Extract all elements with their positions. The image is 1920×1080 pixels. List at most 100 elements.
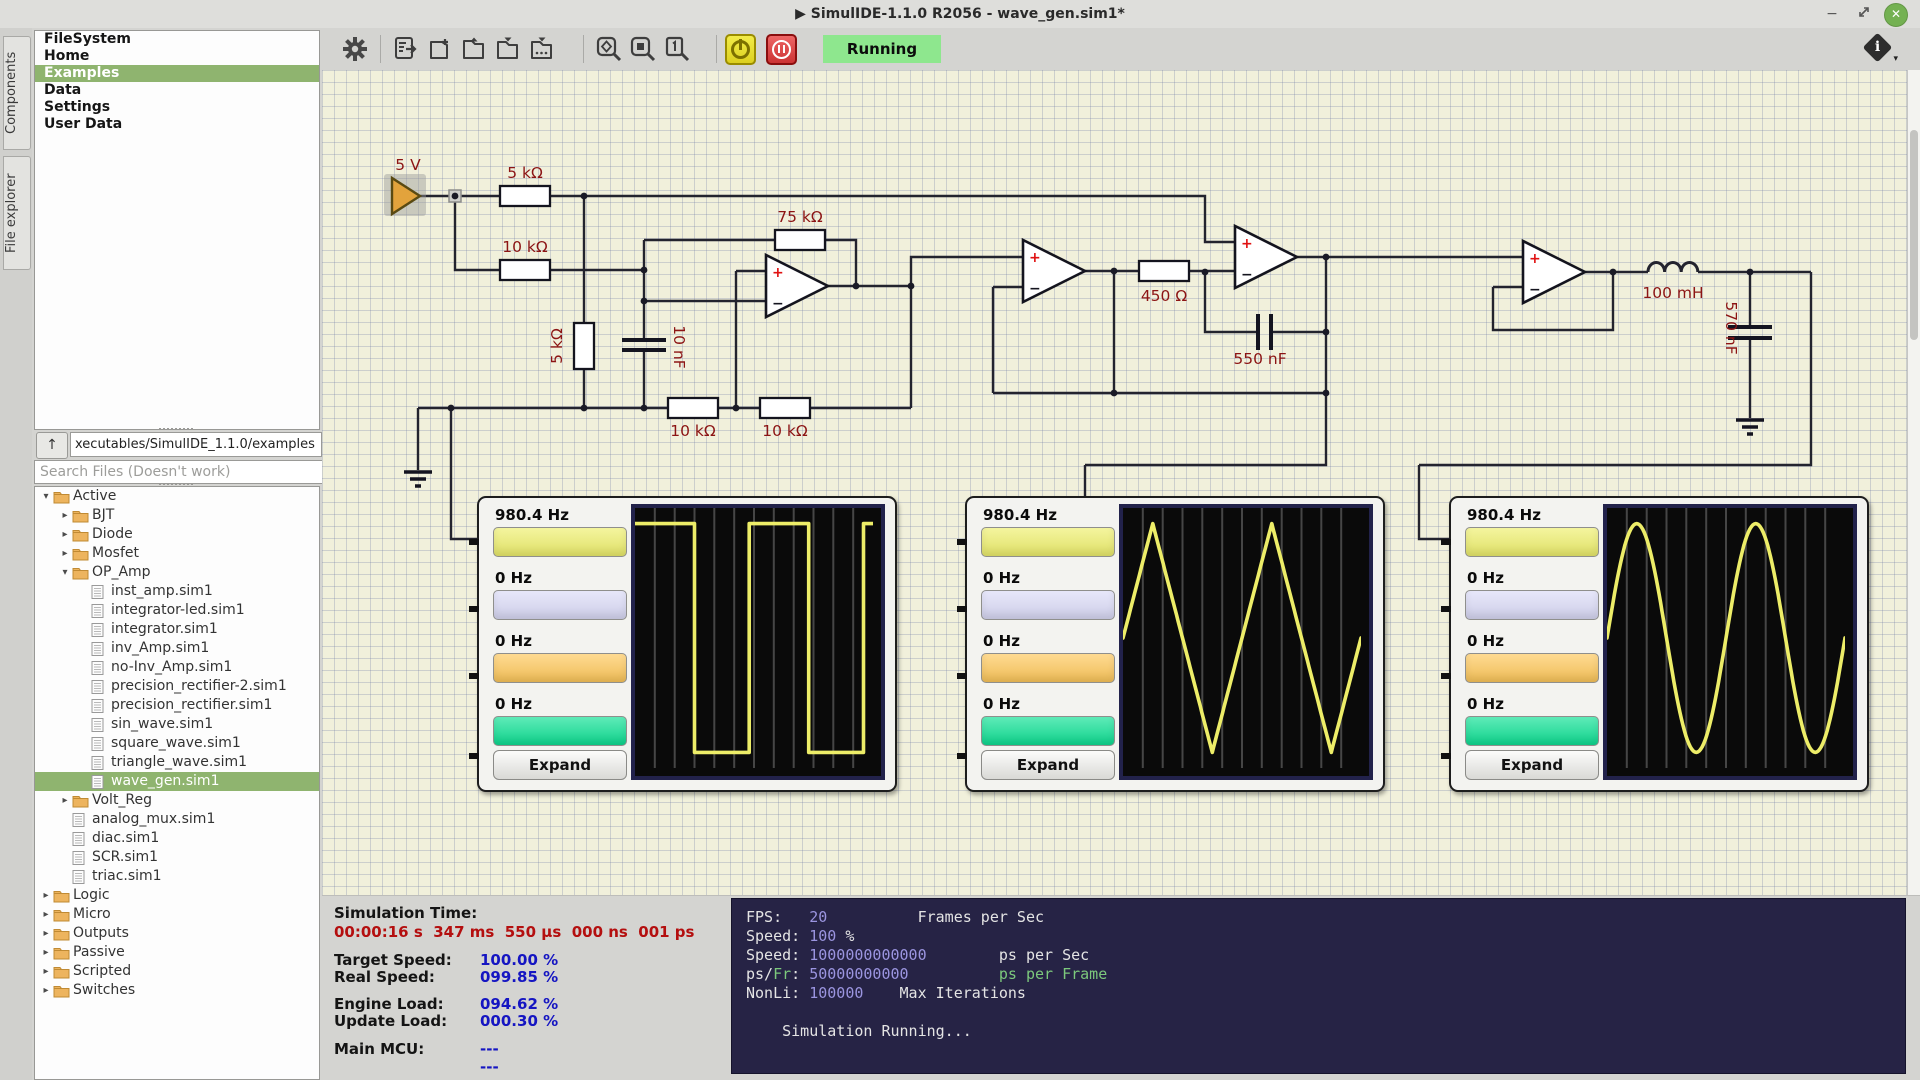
channel-color-swatch[interactable] <box>981 653 1115 683</box>
minimize-button[interactable]: − <box>1820 4 1844 24</box>
resistor-5k-vertical[interactable] <box>574 323 594 369</box>
tree-item[interactable]: inst_amp.sim1 <box>35 582 319 601</box>
tree-item[interactable]: precision_rectifier-2.sim1 <box>35 677 319 696</box>
channel-color-swatch[interactable] <box>493 716 627 746</box>
place-item-data[interactable]: Data <box>35 82 319 99</box>
channel-color-swatch[interactable] <box>981 527 1115 557</box>
tree-item[interactable]: ▾Active <box>35 487 319 506</box>
tree-item[interactable]: integrator-led.sim1 <box>35 601 319 620</box>
tree-item[interactable]: no-Inv_Amp.sim1 <box>35 658 319 677</box>
expand-button[interactable]: Expand <box>493 750 627 780</box>
info-menu-button[interactable]: i ▾ <box>1864 34 1894 64</box>
place-item-user-data[interactable]: User Data <box>35 116 319 133</box>
new-circuit-button[interactable] <box>423 32 457 66</box>
channel-color-swatch[interactable] <box>1465 653 1599 683</box>
expand-arrow-icon[interactable]: ▸ <box>39 962 53 981</box>
channel-color-swatch[interactable] <box>1465 716 1599 746</box>
tree-item[interactable]: precision_rectifier.sim1 <box>35 696 319 715</box>
place-item-examples[interactable]: Examples <box>35 65 319 82</box>
channel-color-swatch[interactable] <box>981 716 1115 746</box>
zoom-one-button[interactable] <box>660 32 694 66</box>
search-input[interactable] <box>34 460 328 484</box>
expand-arrow-icon[interactable]: ▸ <box>58 544 72 563</box>
channel-color-swatch[interactable] <box>1465 590 1599 620</box>
export-circuit-button[interactable] <box>389 32 423 66</box>
debug-console[interactable]: FPS: 20 Frames per SecSpeed: 100 %Speed:… <box>731 898 1906 1074</box>
circuit-canvas[interactable]: +− +− +− +− 5 V 5 kΩ 10 kΩ <box>322 70 1908 895</box>
tree-item[interactable]: inv_Amp.sim1 <box>35 639 319 658</box>
save-circuit-button[interactable] <box>491 32 525 66</box>
tree-item[interactable]: wave_gen.sim1 <box>35 772 319 791</box>
resistor-450[interactable] <box>1139 261 1189 281</box>
probe-panel-1[interactable]: 980.4 Hz0 Hz0 Hz0 HzExpand <box>477 496 897 792</box>
restore-button[interactable] <box>1852 4 1876 24</box>
tree-item[interactable]: triangle_wave.sim1 <box>35 753 319 772</box>
collapse-arrow-icon[interactable]: ▾ <box>58 563 72 582</box>
channel-color-swatch[interactable] <box>493 527 627 557</box>
tree-item[interactable]: integrator.sim1 <box>35 620 319 639</box>
place-item-home[interactable]: Home <box>35 48 319 65</box>
expand-arrow-icon[interactable]: ▸ <box>39 981 53 1000</box>
place-item-settings[interactable]: Settings <box>35 99 319 116</box>
expand-button[interactable]: Expand <box>1465 750 1599 780</box>
tree-item[interactable]: SCR.sim1 <box>35 848 319 867</box>
tree-item[interactable]: ▸Logic <box>35 886 319 905</box>
tree-item[interactable]: ▾OP_Amp <box>35 563 319 582</box>
expand-arrow-icon[interactable]: ▸ <box>58 506 72 525</box>
channel-color-swatch[interactable] <box>493 590 627 620</box>
tree-item[interactable]: ▸Diode <box>35 525 319 544</box>
probe-panel-2[interactable]: 980.4 Hz0 Hz0 Hz0 HzExpand <box>965 496 1385 792</box>
resistor-10k-div1[interactable] <box>668 398 718 418</box>
title-bar[interactable]: ▶ SimulIDE-1.1.0 R2056 - wave_gen.sim1* … <box>0 0 1920 29</box>
vertical-scrollbar[interactable] <box>1907 70 1920 895</box>
resistor-5k[interactable] <box>500 186 550 206</box>
up-directory-button[interactable]: ↑ <box>36 432 68 459</box>
chevron-down-icon: ▾ <box>1893 54 1898 64</box>
scrollbar-thumb[interactable] <box>1910 130 1918 340</box>
probe-panel-3[interactable]: 980.4 Hz0 Hz0 Hz0 HzExpand <box>1449 496 1869 792</box>
power-button[interactable] <box>725 34 756 65</box>
file-icon <box>91 717 111 733</box>
expand-arrow-icon[interactable]: ▸ <box>58 525 72 544</box>
tab-file-explorer[interactable]: File explorer <box>3 156 31 270</box>
expand-arrow-icon[interactable]: ▸ <box>39 924 53 943</box>
expand-button[interactable]: Expand <box>981 750 1115 780</box>
zoom-extents-icon <box>629 35 657 63</box>
tree-item[interactable]: diac.sim1 <box>35 829 319 848</box>
tree-item[interactable]: ▸Micro <box>35 905 319 924</box>
pause-button[interactable] <box>766 34 797 65</box>
tree-item[interactable]: square_wave.sim1 <box>35 734 319 753</box>
frequency-readout: 0 Hz <box>495 695 629 713</box>
tree-item[interactable]: ▸Volt_Reg <box>35 791 319 810</box>
tree-item[interactable]: ▸Outputs <box>35 924 319 943</box>
channel-color-swatch[interactable] <box>981 590 1115 620</box>
channel-color-swatch[interactable] <box>1465 527 1599 557</box>
settings-gear-button[interactable] <box>338 32 372 66</box>
zoom-all-button[interactable] <box>626 32 660 66</box>
tree-item[interactable]: ▸Switches <box>35 981 319 1000</box>
tree-item[interactable]: analog_mux.sim1 <box>35 810 319 829</box>
tree-item[interactable]: ▸Mosfet <box>35 544 319 563</box>
expand-arrow-icon[interactable]: ▸ <box>58 791 72 810</box>
resistor-10k-div2[interactable] <box>760 398 810 418</box>
expand-arrow-icon[interactable]: ▸ <box>39 905 53 924</box>
open-circuit-button[interactable] <box>457 32 491 66</box>
tree-item[interactable]: triac.sim1 <box>35 867 319 886</box>
collapse-arrow-icon[interactable]: ▾ <box>39 487 53 506</box>
tree-item[interactable]: ▸Scripted <box>35 962 319 981</box>
tree-item[interactable]: ▸BJT <box>35 506 319 525</box>
expand-arrow-icon[interactable]: ▸ <box>39 886 53 905</box>
zoom-fit-button[interactable] <box>592 32 626 66</box>
resistor-75k[interactable] <box>775 230 825 250</box>
tree-item[interactable]: sin_wave.sim1 <box>35 715 319 734</box>
close-button[interactable]: ✕ <box>1884 3 1908 27</box>
place-item-filesystem[interactable]: FileSystem <box>35 31 319 48</box>
tree-item[interactable]: ▸Passive <box>35 943 319 962</box>
channel-color-swatch[interactable] <box>493 653 627 683</box>
tab-components[interactable]: Components <box>3 36 31 150</box>
resistor-10k-input[interactable] <box>500 260 550 280</box>
tree-item-label: SCR.sim1 <box>92 848 158 867</box>
save-as-button[interactable] <box>525 32 559 66</box>
path-field[interactable]: xecutables/SimulIDE_1.1.0/examples <box>70 432 322 457</box>
expand-arrow-icon[interactable]: ▸ <box>39 943 53 962</box>
